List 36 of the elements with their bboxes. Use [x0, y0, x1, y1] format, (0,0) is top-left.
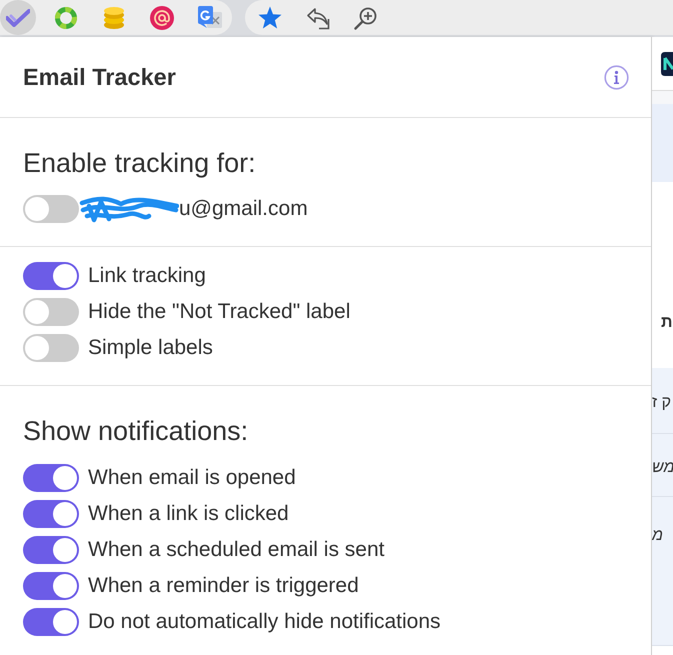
toggle-switch[interactable] — [23, 464, 79, 492]
section-heading: Show notifications: — [23, 415, 248, 447]
toggle-switch[interactable] — [23, 298, 79, 326]
option-label: When a link is clicked — [88, 502, 289, 526]
popup-title: Email Tracker — [23, 64, 176, 90]
option-label: Simple labels — [88, 336, 213, 360]
ring-icon — [54, 6, 78, 30]
option-label: Link tracking — [88, 264, 206, 288]
page-text: ק ז — [652, 394, 672, 412]
reply-arrow-icon[interactable] — [306, 6, 330, 30]
check-icon — [6, 8, 30, 26]
option-label: When a scheduled email is sent — [88, 538, 384, 562]
toggle-switch[interactable] — [23, 500, 79, 528]
info-icon[interactable] — [604, 64, 629, 90]
logo-tile-icon — [661, 52, 673, 76]
toggle-switch[interactable] — [23, 536, 79, 564]
section-heading: Enable tracking for: — [23, 147, 256, 179]
coins-icon — [102, 6, 126, 30]
toggle-switch[interactable] — [23, 572, 79, 600]
overlapping-tiles-icon — [198, 6, 222, 30]
extension-button[interactable] — [0, 0, 36, 35]
option-label: Hide the "Not Tracked" label — [88, 300, 350, 324]
option-label: Do not automatically hide notifications — [88, 610, 441, 634]
toggle-switch[interactable] — [23, 608, 79, 636]
zoom-in-icon[interactable] — [354, 6, 378, 30]
toggle-switch[interactable] — [23, 262, 79, 290]
page-text: מ — [652, 527, 663, 545]
toggle-switch[interactable] — [23, 334, 79, 362]
page-text: ת — [661, 314, 672, 332]
email-address: u@gmail.com — [179, 197, 308, 221]
option-label: When a reminder is triggered — [88, 574, 359, 598]
option-label: When email is opened — [88, 466, 296, 490]
at-sign-icon — [150, 6, 174, 30]
toggle-switch[interactable] — [23, 195, 79, 223]
scribble-icon — [79, 194, 179, 224]
star-icon[interactable] — [258, 6, 282, 29]
